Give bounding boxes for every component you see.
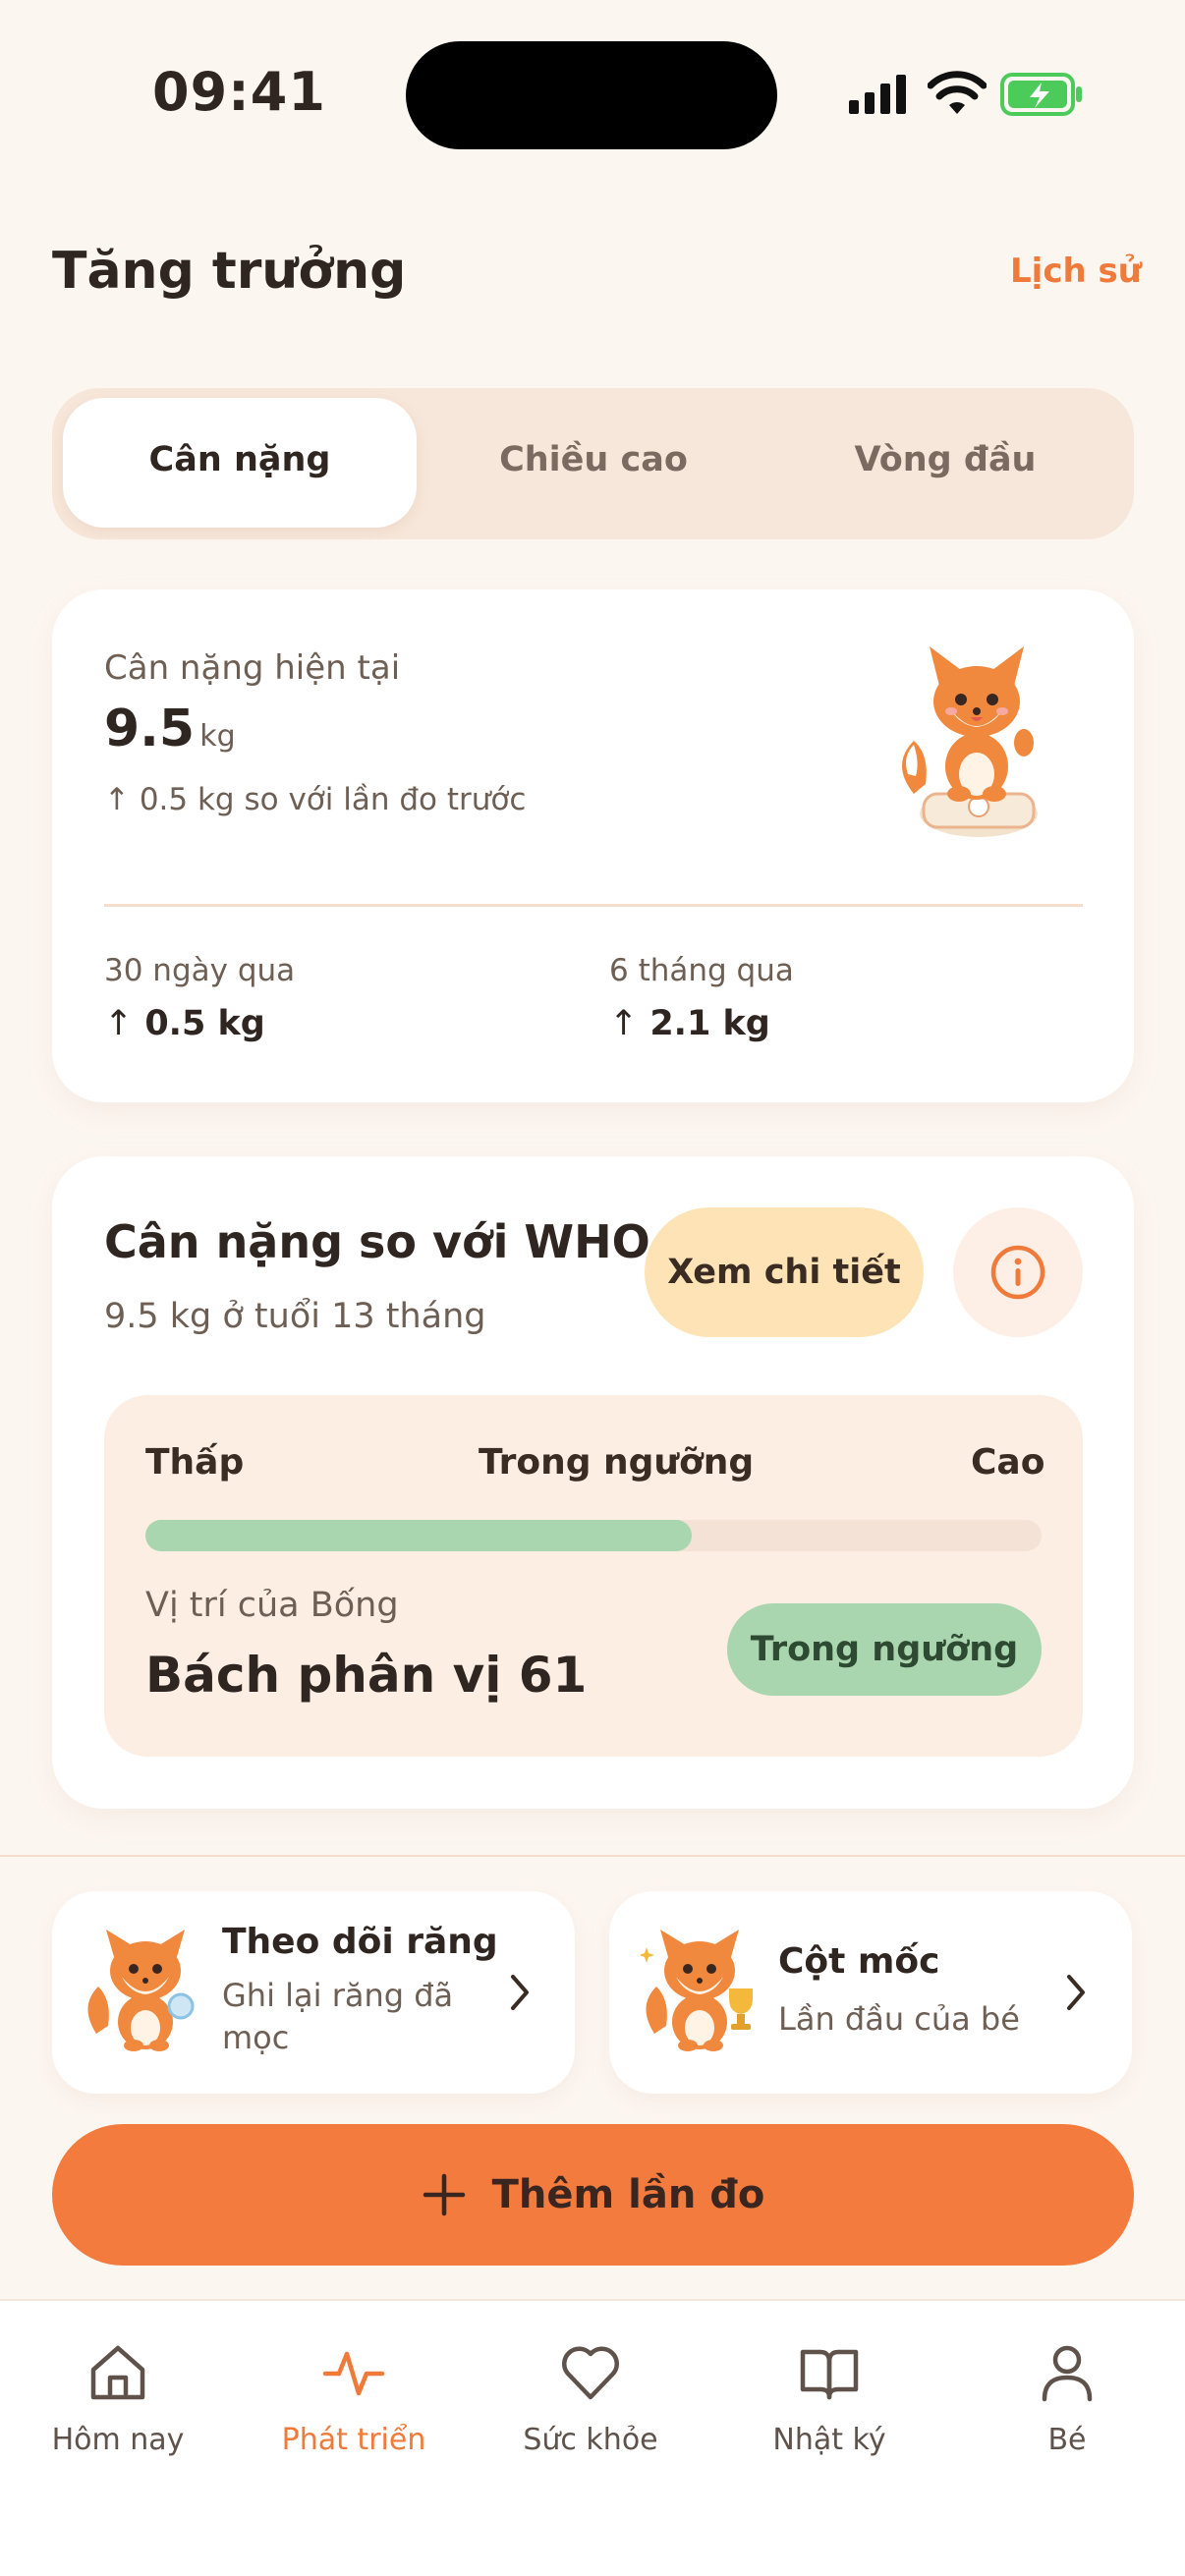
activity-icon <box>322 2351 385 2396</box>
current-weight-value-row: 9.5 kg <box>104 700 236 758</box>
info-icon <box>990 1245 1045 1300</box>
who-title: Cân nặng so với WHO <box>104 1215 650 1268</box>
chevron-right-icon <box>511 1975 529 2010</box>
book-icon <box>800 2349 859 2400</box>
fox-trophy-illustration <box>641 1930 753 2051</box>
view-detail-button[interactable]: Xem chi tiết <box>645 1207 924 1337</box>
nav-label-growth: Phát triển <box>281 2423 426 2457</box>
range-label-low: Thấp <box>145 1442 245 1483</box>
status-time: 09:41 <box>152 61 326 123</box>
fox-mascot-scale-illustration <box>902 646 1038 837</box>
add-measurement-button[interactable]: Thêm lần đo <box>52 2124 1134 2266</box>
chevron-right-icon <box>1067 1975 1085 2010</box>
fox-teething-illustration <box>87 1930 195 2051</box>
card-divider <box>104 904 1083 907</box>
tab-weight[interactable]: Cân nặng <box>63 440 417 479</box>
milestones-title: Cột mốc <box>778 1941 940 1982</box>
who-subtitle: 9.5 kg ở tuổi 13 tháng <box>104 1297 486 1336</box>
tab-height[interactable]: Chiều cao <box>417 440 770 479</box>
battery-icon <box>1000 73 1082 116</box>
milestones-subtitle: Lần đầu của bé <box>778 2000 1020 2038</box>
nav-label-baby: Bé <box>1047 2423 1087 2457</box>
range-label-high: Cao <box>971 1442 1045 1483</box>
home-icon <box>90 2345 145 2400</box>
nav-label-diary: Nhật ký <box>772 2423 886 2457</box>
page-title: Tăng trưởng <box>52 242 407 301</box>
heart-icon <box>562 2346 619 2400</box>
stat-period-6-months: 6 tháng qua <box>609 953 794 988</box>
stat-period-30-days: 30 ngày qua <box>104 953 296 988</box>
current-weight-value: 9.5 <box>104 700 196 758</box>
add-measurement-label: Thêm lần đo <box>491 2172 765 2217</box>
teeth-tracking-subtitle: Ghi lại răng đã mọc <box>222 1977 454 2056</box>
stat-value-6-months: 2.1 kg <box>649 1004 770 1043</box>
signal-icon <box>849 75 906 114</box>
plus-icon <box>423 2173 465 2216</box>
current-weight-unit: kg <box>199 719 236 754</box>
stat-delta-6-months: ↑ 2.1 kg <box>609 1004 770 1043</box>
wifi-icon <box>928 71 987 114</box>
arrow-up-icon: ↑ <box>609 1004 639 1043</box>
tab-head-circumference[interactable]: Vòng đầu <box>768 440 1122 479</box>
nav-item-diary[interactable]: Nhật ký <box>731 2340 928 2457</box>
section-separator <box>0 1855 1185 1857</box>
current-weight-label: Cân nặng hiện tại <box>104 648 401 688</box>
status-badge: Trong ngưỡng <box>727 1603 1042 1696</box>
nav-item-baby[interactable]: Bé <box>969 2340 1165 2457</box>
dynamic-island <box>406 41 777 149</box>
percentile-fill <box>145 1520 692 1551</box>
stat-delta-30-days: ↑ 0.5 kg <box>104 1004 265 1043</box>
nav-item-growth[interactable]: Phát triển <box>255 2340 452 2457</box>
teeth-tracking-title: Theo dõi răng <box>222 1922 498 1962</box>
nav-item-today[interactable]: Hôm nay <box>20 2340 216 2457</box>
arrow-up-icon: ↑ <box>104 1004 134 1043</box>
history-link[interactable]: Lịch sử <box>1010 252 1142 291</box>
stat-value-30-days: 0.5 kg <box>144 1004 265 1043</box>
nav-item-health[interactable]: Sức khỏe <box>492 2340 689 2457</box>
nav-label-today: Hôm nay <box>51 2423 185 2457</box>
range-label-normal: Trong ngưỡng <box>479 1442 755 1483</box>
percentile-value: Bách phân vị 61 <box>145 1647 588 1704</box>
position-label: Vị trí của Bống <box>145 1586 399 1625</box>
user-icon <box>1042 2345 1093 2402</box>
info-button[interactable] <box>953 1207 1083 1337</box>
nav-label-health: Sức khỏe <box>523 2423 658 2457</box>
weight-change-note: ↑ 0.5 kg so với lần đo trước <box>104 782 527 817</box>
